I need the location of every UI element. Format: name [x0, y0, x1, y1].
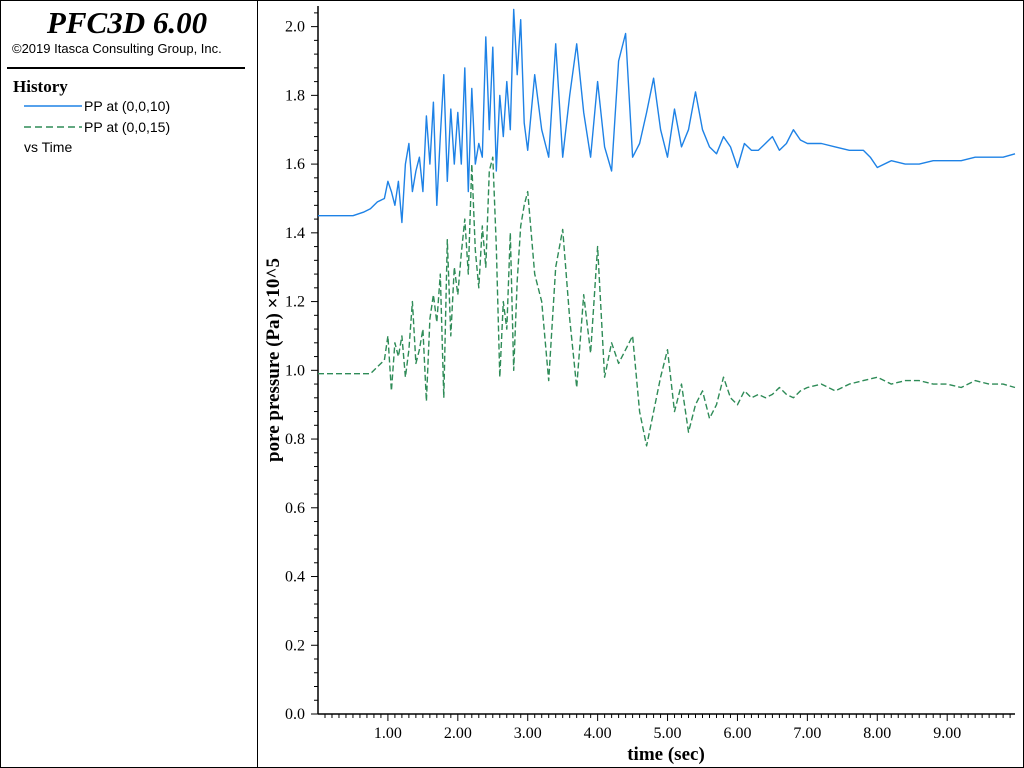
y-tick-label: 0.4 — [285, 569, 305, 586]
legend-vs-label: vs Time — [24, 139, 73, 155]
y-axis-title: pore pressure (Pa) ×10^5 — [263, 258, 284, 462]
copyright-notice: ©2019 Itasca Consulting Group, Inc. — [12, 41, 222, 56]
y-tick-label: 1.0 — [285, 362, 305, 379]
y-tick-label: 0.0 — [285, 706, 305, 723]
legend-swatch-dashed-line — [24, 126, 82, 128]
series-layer — [318, 8, 1016, 447]
x-tick-label: 4.00 — [584, 725, 612, 742]
y-tick-label: 2.0 — [285, 19, 305, 36]
plot-window-frame: PFC3D 6.00 ©2019 Itasca Consulting Group… — [0, 0, 1024, 768]
legend-label: PP at (0,0,10) — [84, 98, 171, 114]
x-tick-label: 3.00 — [514, 725, 542, 742]
chart-area: 0.0 0.2 0.4 0.6 0.8 1.0 1.2 1.4 1.6 1.8 2.0 1.00 2.… — [263, 6, 1016, 765]
y-tick-label: 0.6 — [285, 500, 305, 517]
app-title: PFC3D 6.00 — [46, 5, 208, 40]
x-tick-label: 2.00 — [444, 725, 472, 742]
x-tick-label: 9.00 — [933, 725, 961, 742]
x-tick-label: 8.00 — [863, 725, 891, 742]
legend-swatch-solid-line — [24, 105, 82, 107]
legend-divider — [7, 67, 245, 69]
legend-panel: PFC3D 6.00 ©2019 Itasca Consulting Group… — [1, 1, 258, 767]
x-axis-title: time (sec) — [627, 744, 705, 765]
y-tick-label: 1.6 — [285, 156, 305, 173]
x-tick-label: 7.00 — [793, 725, 821, 742]
y-axis-ticks: 0.0 0.2 0.4 0.6 0.8 1.0 1.2 1.4 1.6 1.8 2.0 — [285, 12, 318, 723]
legend-label: PP at (0,0,15) — [84, 119, 171, 135]
series-line-pp-15 — [318, 156, 1016, 447]
y-tick-label: 1.8 — [285, 87, 305, 104]
y-tick-label: 1.4 — [285, 225, 305, 242]
y-tick-label: 0.2 — [285, 637, 305, 654]
y-tick-label: 0.8 — [285, 431, 305, 448]
x-tick-label: 1.00 — [374, 725, 402, 742]
x-tick-label: 6.00 — [723, 725, 751, 742]
series-line-pp-10 — [318, 8, 1016, 224]
legend-heading: History — [13, 77, 68, 96]
y-tick-label: 1.2 — [285, 294, 305, 311]
x-axis-ticks: 1.00 2.00 3.00 4.00 5.00 6.00 7.00 8.00 9.00 — [324, 714, 1011, 742]
x-tick-label: 5.00 — [654, 725, 682, 742]
